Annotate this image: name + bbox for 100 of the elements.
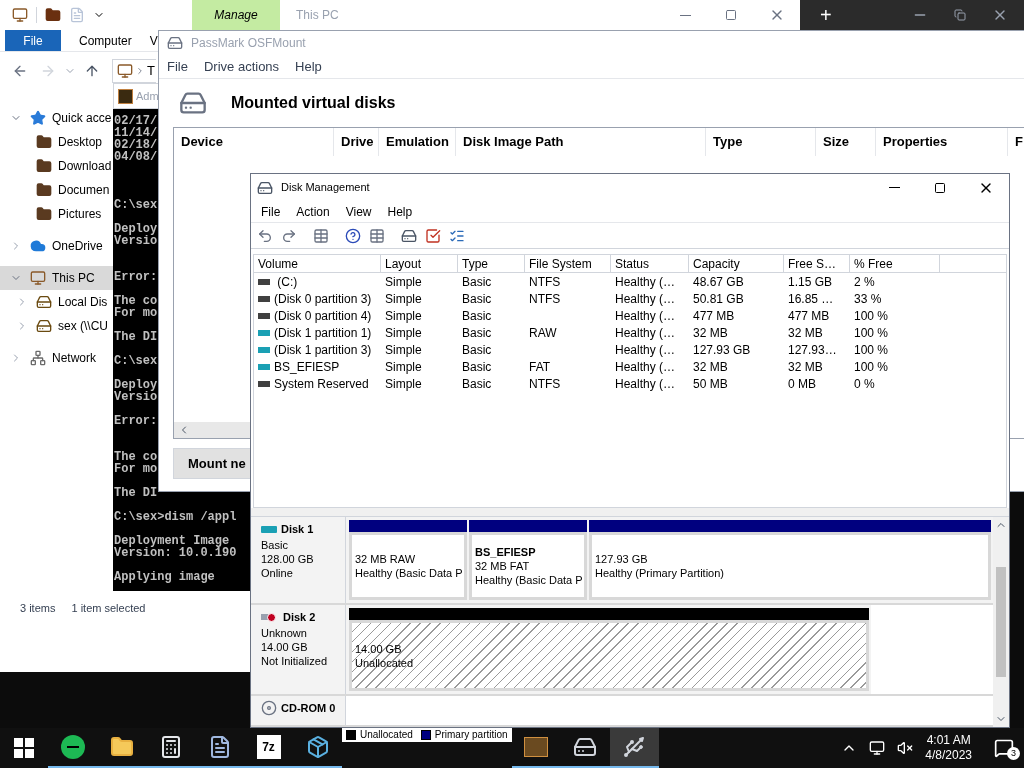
vertical-scrollbar[interactable] xyxy=(993,517,1009,727)
menu-item[interactable]: View xyxy=(345,202,372,221)
new-tab-button[interactable]: + xyxy=(820,0,832,30)
taskbar-button[interactable] xyxy=(609,728,659,768)
menu-item[interactable]: Drive actions xyxy=(203,56,280,77)
table-cell-text: 50.81 GB xyxy=(693,290,744,308)
disk-info[interactable]: Disk 1 Basic 128.00 GB Online xyxy=(251,517,346,603)
table-cell-text: 127.93 GB xyxy=(693,341,751,359)
nav-item[interactable]: Network xyxy=(0,346,113,370)
ribbon-tab[interactable]: V xyxy=(149,30,158,51)
check-icon[interactable] xyxy=(425,227,441,244)
column-header[interactable]: Status xyxy=(611,255,689,272)
nav-item[interactable]: sex (\\CU xyxy=(0,314,113,338)
volume-row[interactable]: (Disk 1 partition 3) Simple Basic Healthy (… 127.93 GB 127.93… 100 % xyxy=(254,341,1006,358)
disk-name: CD-ROM 0 xyxy=(281,701,336,716)
context-tab[interactable]: Manage xyxy=(192,0,280,30)
volume-row[interactable]: System Reserved Simple Basic NTFS Healthy (… 50 MB 0 MB 0 % xyxy=(254,375,1006,392)
table-cell-text: 32 MB xyxy=(788,358,823,376)
table-cell-text: 100 % xyxy=(854,358,889,376)
console-line: Deploy xyxy=(114,379,158,391)
ribbon-tab[interactable]: Computer xyxy=(79,30,132,51)
table-cell-text: Simple xyxy=(385,290,422,308)
muted-speaker-icon[interactable] xyxy=(897,740,914,756)
column-header[interactable]: Capacity xyxy=(689,255,784,272)
usb-icon xyxy=(622,735,647,759)
restore-icon[interactable] xyxy=(954,9,966,21)
column-header[interactable]: Emulation xyxy=(379,128,456,156)
drive-icon[interactable] xyxy=(401,227,417,244)
volume-row[interactable]: (Disk 1 partition 1) Simple Basic RAW Healthy (… 32 MB 32 MB 100 % xyxy=(254,324,1006,341)
column-header[interactable]: Layout xyxy=(381,255,458,272)
installer-icon xyxy=(305,735,330,759)
table-cell-text: 33 % xyxy=(854,290,882,308)
nav-item[interactable]: Local Dis xyxy=(0,290,113,314)
menu-item[interactable]: File xyxy=(167,56,188,77)
table-cell-text: 16.85 … xyxy=(788,290,834,308)
menu-item[interactable]: Help xyxy=(295,56,322,77)
address-field[interactable]: T xyxy=(112,59,156,83)
ribbon-tab[interactable]: File xyxy=(5,30,61,51)
status-text: 1 item selected xyxy=(71,600,146,616)
disk-info[interactable]: CD-ROM 0 xyxy=(251,696,346,725)
nav-label: Pictures xyxy=(58,206,102,223)
nav-item[interactable]: Documen xyxy=(0,178,113,202)
column-header[interactable]: Disk Image Path xyxy=(456,128,706,156)
disk-info[interactable]: Disk 2 Unknown 14.00 GB Not Initialized xyxy=(251,605,346,694)
column-header[interactable]: Volume xyxy=(254,255,381,272)
volume-row[interactable]: (Disk 0 partition 3) Simple Basic NTFS Healthy (… 50.81 GB 16.85 … 33 % xyxy=(254,290,1006,307)
volume-row[interactable]: (Disk 0 partition 4) Simple Basic Healthy (… 477 MB 477 MB 100 % xyxy=(254,307,1006,324)
partition-text: 32 MB FAT xyxy=(475,559,530,573)
column-header[interactable]: File System xyxy=(525,255,611,272)
volume-row[interactable]: BS_EFIESP Simple Basic FAT Healthy (… 32 MB 32 MB 100 % xyxy=(254,358,1006,375)
column-header[interactable]: Drive xyxy=(334,128,379,156)
nav-item[interactable]: Desktop xyxy=(0,130,113,154)
table-cell-text: 477 MB xyxy=(788,307,830,325)
folder-icon[interactable] xyxy=(45,7,61,23)
mount-button[interactable]: Mount ne xyxy=(173,448,250,479)
up-icon[interactable] xyxy=(84,63,100,79)
table-cell-text: FAT xyxy=(529,358,551,376)
column-header[interactable]: Device xyxy=(174,128,334,156)
nav-item[interactable]: Pictures xyxy=(0,202,113,226)
back-icon[interactable] xyxy=(12,63,28,79)
menu-item[interactable]: Help xyxy=(387,202,413,221)
column-header[interactable]: Type xyxy=(706,128,816,156)
window-title: PassMark OSFMount xyxy=(191,35,306,52)
nav-item[interactable]: OneDrive xyxy=(0,234,113,258)
clock[interactable]: 4:01 AM 4/8/2023 xyxy=(925,733,972,763)
partition-text: Healthy (Basic Data P xyxy=(355,566,463,580)
column-header[interactable]: % Free xyxy=(850,255,940,272)
computer-icon xyxy=(30,270,46,286)
volume-row[interactable]: (C:) Simple Basic NTFS Healthy (… 48.67 GB 1.15 GB 2 % xyxy=(254,273,1006,290)
action-pane-icon[interactable] xyxy=(369,227,385,244)
column-header[interactable]: F xyxy=(1008,128,1024,156)
console-tree-icon[interactable] xyxy=(313,227,329,244)
column-header[interactable]: Properties xyxy=(876,128,1008,156)
menu-item[interactable]: File xyxy=(261,202,281,221)
nav-item[interactable]: Quick acce xyxy=(0,106,113,130)
scrollbar-thumb[interactable] xyxy=(996,567,1006,677)
horizontal-scrollbar[interactable] xyxy=(174,422,250,438)
breadcrumb-separator-icon xyxy=(135,66,145,76)
drive-icon xyxy=(36,318,52,334)
taskbar-button[interactable]: 7z xyxy=(244,728,293,768)
console-line: Versio xyxy=(114,235,158,247)
computer-icon[interactable] xyxy=(12,7,28,23)
column-header[interactable]: Type xyxy=(458,255,525,272)
column-header[interactable]: Size xyxy=(816,128,876,156)
nav-item[interactable]: This PC xyxy=(0,266,113,290)
window-title: Disk Management xyxy=(281,180,370,196)
nav-label: This PC xyxy=(52,270,95,287)
notifications-button[interactable]: 3 xyxy=(992,736,1016,760)
network-icon[interactable] xyxy=(869,740,886,756)
table-cell-text: Simple xyxy=(385,358,422,376)
forward-icon[interactable] xyxy=(281,227,297,244)
nav-item[interactable]: Download xyxy=(0,154,113,178)
menu-item[interactable]: Action xyxy=(296,202,330,221)
help-icon[interactable] xyxy=(345,227,361,244)
table-cell-text: 100 % xyxy=(854,324,889,342)
table-cell-text: Healthy (… xyxy=(615,341,676,359)
column-header[interactable]: Free S… xyxy=(784,255,850,272)
back-icon[interactable] xyxy=(257,227,273,244)
minimize-icon xyxy=(888,187,900,188)
disk-detail: 14.00 GB xyxy=(261,639,309,654)
